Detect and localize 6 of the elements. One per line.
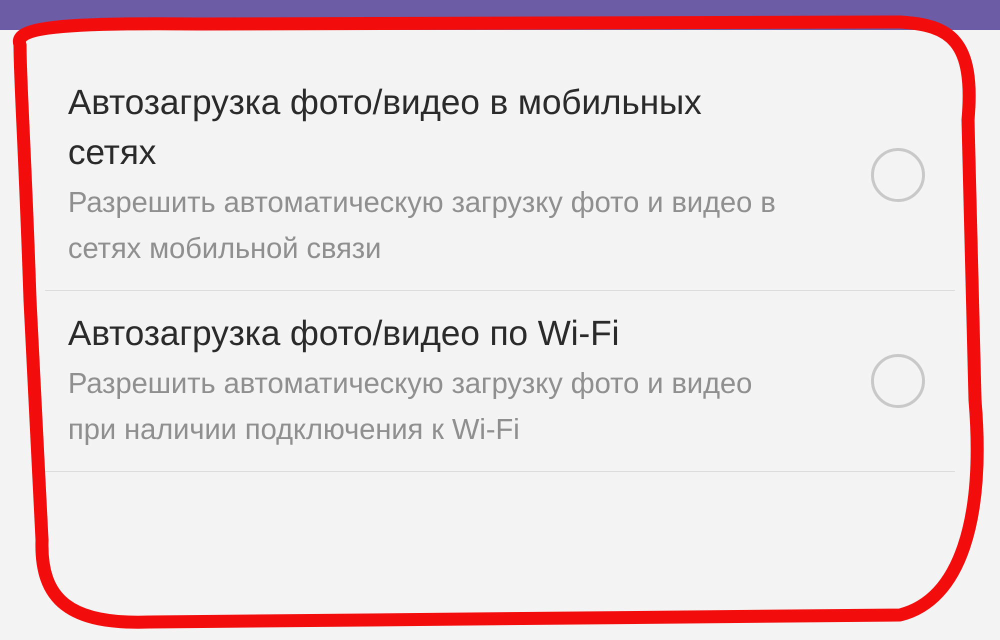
setting-title: Автозагрузка фото/видео в мобильных сетях [68, 82, 703, 174]
setting-description: Разрешить автоматическую загрузку фото и видео при наличии подключения к Wi-Fi [68, 367, 754, 448]
setting-description: Разрешить автоматическую загрузку фото и видео в сетях мобильной связи [68, 186, 777, 267]
radio-button[interactable] [871, 148, 925, 202]
setting-title: Автозагрузка фото/видео по Wi-Fi [68, 313, 620, 355]
radio-button[interactable] [871, 354, 925, 408]
